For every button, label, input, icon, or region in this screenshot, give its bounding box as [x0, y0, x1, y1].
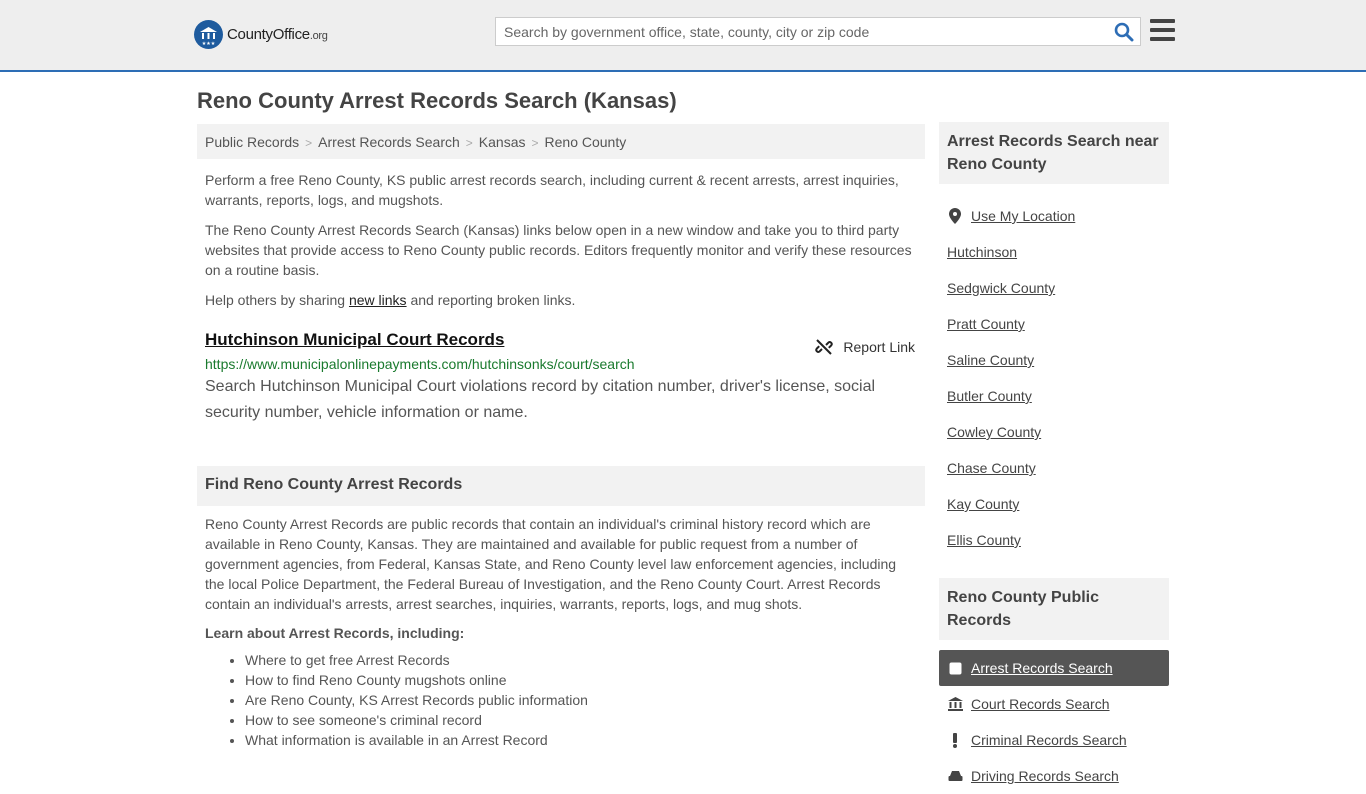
new-links-link[interactable]: new links	[349, 292, 407, 308]
exclamation-icon	[947, 732, 963, 748]
intro-p3-text-end: and reporting broken links.	[406, 292, 576, 308]
nearby-link-label[interactable]: Saline County	[947, 352, 1034, 368]
report-link-button[interactable]: Report Link	[815, 338, 915, 356]
breadcrumb-public-records[interactable]: Public Records	[205, 134, 299, 150]
intro-p3-text: Help others by sharing	[205, 292, 349, 308]
public-link-label[interactable]: Arrest Records Search	[971, 660, 1113, 676]
courthouse-icon	[947, 697, 963, 711]
page-title: Reno County Arrest Records Search (Kansa…	[197, 88, 677, 113]
logo-main: CountyOffice	[227, 26, 310, 43]
nearby-link-label[interactable]: Sedgwick County	[947, 280, 1055, 296]
top-bar: ★★★ CountyOffice.org	[0, 0, 1366, 72]
learn-item: Where to get free Arrest Records	[245, 650, 925, 670]
nearby-link-label[interactable]: Pratt County	[947, 316, 1025, 332]
public-link-label[interactable]: Court Records Search	[971, 696, 1110, 712]
nearby-link-label[interactable]: Butler County	[947, 388, 1032, 404]
logo-suffix: .org	[309, 30, 328, 42]
square-icon	[947, 662, 963, 675]
logo-badge-icon: ★★★	[194, 20, 223, 49]
search-icon[interactable]	[1114, 22, 1134, 42]
logo-text: CountyOffice.org	[227, 26, 328, 43]
nearby-link-label[interactable]: Kay County	[947, 496, 1019, 512]
result-title-link[interactable]: Hutchinson Municipal Court Records	[205, 330, 504, 349]
search-input[interactable]	[496, 18, 1096, 45]
use-my-location-link[interactable]: Use My Location	[939, 198, 1169, 234]
public-link-label[interactable]: Driving Records Search	[971, 768, 1119, 784]
site-logo[interactable]: ★★★ CountyOffice.org	[194, 20, 328, 49]
result-url[interactable]: https://www.municipalonlinepayments.com/…	[205, 356, 917, 372]
breadcrumb-arrest-records-search[interactable]: Arrest Records Search	[318, 134, 460, 150]
public-link-label[interactable]: Criminal Records Search	[971, 732, 1127, 748]
find-records-body: Reno County Arrest Records are public re…	[205, 516, 897, 612]
nearby-link-label[interactable]: Cowley County	[947, 424, 1041, 440]
public-records-heading: Reno County Public Records	[939, 578, 1169, 640]
location-pin-icon	[947, 208, 963, 224]
nearby-link-saline-county[interactable]: Saline County	[939, 342, 1169, 378]
nearby-link-cowley-county[interactable]: Cowley County	[939, 414, 1169, 450]
find-records-heading: Find Reno County Arrest Records	[197, 466, 925, 506]
nearby-link-sedgwick-county[interactable]: Sedgwick County	[939, 270, 1169, 306]
nearby-link-hutchinson[interactable]: Hutchinson	[939, 234, 1169, 270]
public-link-criminal-records-search[interactable]: Criminal Records Search	[939, 722, 1169, 758]
breadcrumb-reno-county[interactable]: Reno County	[545, 134, 627, 150]
nearby-link-butler-county[interactable]: Butler County	[939, 378, 1169, 414]
result-item: Hutchinson Municipal Court Records Repor…	[197, 330, 925, 426]
nearby-link-ellis-county[interactable]: Ellis County	[939, 522, 1169, 558]
nearby-link-label[interactable]: Chase County	[947, 460, 1036, 476]
search-box	[495, 17, 1141, 46]
public-link-arrest-records-search[interactable]: Arrest Records Search	[939, 650, 1169, 686]
broken-link-icon	[815, 339, 834, 355]
learn-item: How to see someone's criminal record	[245, 710, 925, 730]
intro-paragraph-1: Perform a free Reno County, KS public ar…	[205, 172, 899, 208]
breadcrumb: Public Records > Arrest Records Search > Kan…	[197, 124, 925, 159]
learn-list: Where to get free Arrest Records How to …	[197, 650, 925, 750]
hamburger-menu-icon[interactable]	[1150, 19, 1175, 41]
learn-item: How to find Reno County mugshots online	[245, 670, 925, 690]
car-icon	[947, 770, 963, 783]
nearby-link-label[interactable]: Hutchinson	[947, 244, 1017, 260]
public-link-driving-records-search[interactable]: Driving Records Search	[939, 758, 1169, 794]
nearby-link-kay-county[interactable]: Kay County	[939, 486, 1169, 522]
nearby-link-chase-county[interactable]: Chase County	[939, 450, 1169, 486]
sidebar: Arrest Records Search near Reno County U…	[939, 122, 1169, 794]
nearby-link-label[interactable]: Ellis County	[947, 532, 1021, 548]
intro-paragraph-2: The Reno County Arrest Records Search (K…	[205, 222, 912, 278]
nearby-link-pratt-county[interactable]: Pratt County	[939, 306, 1169, 342]
learn-item: Are Reno County, KS Arrest Records publi…	[245, 690, 925, 710]
result-description: Search Hutchinson Municipal Court violat…	[205, 378, 876, 421]
breadcrumb-kansas[interactable]: Kansas	[479, 134, 526, 150]
report-link-label: Report Link	[843, 339, 915, 355]
svg-text:★★★: ★★★	[202, 41, 216, 47]
learn-heading: Learn about Arrest Records, including:	[205, 625, 465, 641]
use-my-location-label[interactable]: Use My Location	[971, 208, 1075, 224]
public-link-court-records-search[interactable]: Court Records Search	[939, 686, 1169, 722]
intro-paragraph-3: Help others by sharing new links and rep…	[197, 290, 925, 310]
nearby-heading: Arrest Records Search near Reno County	[939, 122, 1169, 184]
main-content: Public Records > Arrest Records Search > Kan…	[197, 124, 925, 750]
learn-item: What information is available in an Arre…	[245, 730, 925, 750]
